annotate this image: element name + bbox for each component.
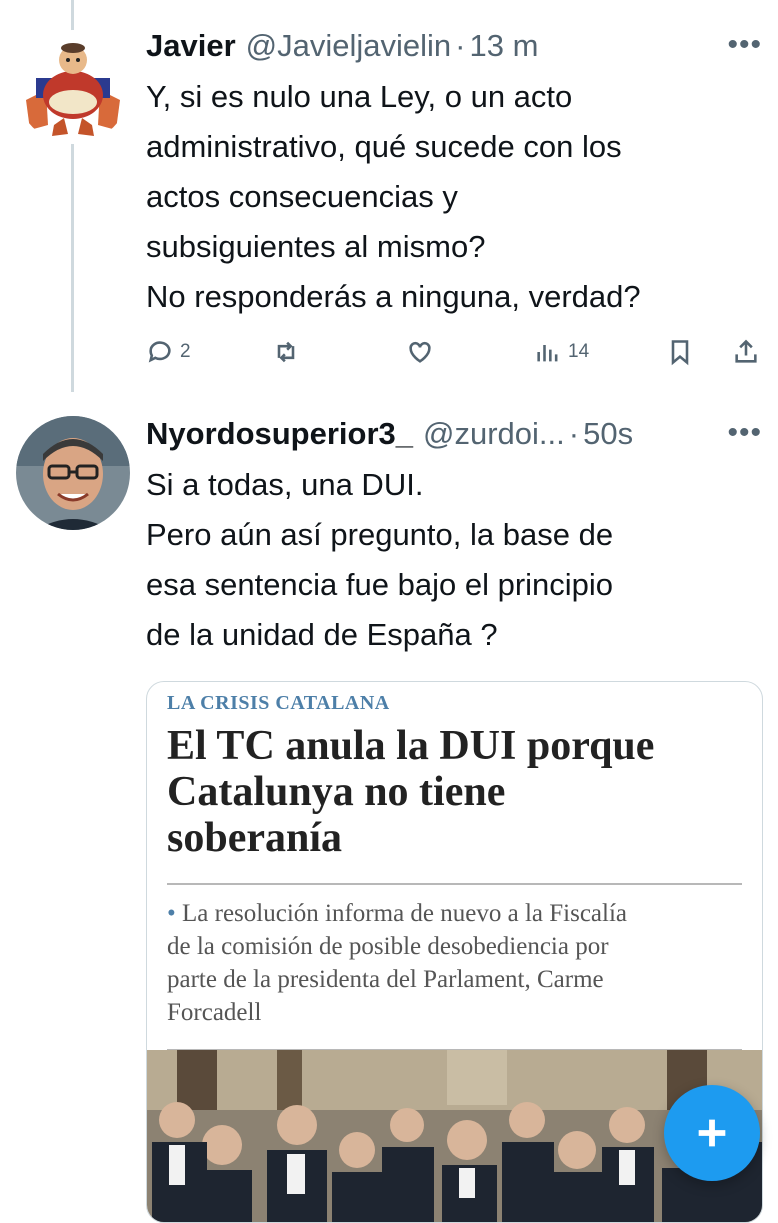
share-icon	[735, 339, 757, 363]
tweet-text-line: subsiguientes al mismo?	[146, 229, 486, 264]
author-handle[interactable]: @zurdoi...	[423, 416, 565, 452]
subhead-line: de la comisión de posible desobediencia …	[167, 933, 609, 960]
more-options-icon[interactable]: •••	[727, 416, 762, 450]
separator-dot: ·	[568, 416, 580, 451]
cartoon-avatar-image	[16, 30, 130, 144]
headline-line: El TC anula la DUI porque	[167, 723, 655, 769]
tweet-header: Javier @Javieljavielin · 13 m	[146, 28, 762, 68]
reply-count: 2	[180, 341, 191, 362]
retweet-button[interactable]	[272, 338, 300, 366]
timestamp[interactable]: 13 m	[469, 28, 538, 64]
news-clipping: LA CRISIS CATALANA El TC anula la DUI po…	[147, 682, 762, 1051]
tweet-text-line: administrativo, qué sucede con los	[146, 129, 622, 164]
more-options-icon[interactable]: •••	[727, 28, 762, 62]
tweet-text-line: Pero aún así pregunto, la base de	[146, 517, 614, 552]
tweet-text: Y, si es nulo una Ley, o un acto adminis…	[146, 72, 762, 322]
views-button[interactable]: 14	[534, 338, 589, 366]
tweet-text-line: esa sentencia fue bajo el principio	[146, 567, 614, 602]
views-count: 14	[568, 341, 590, 362]
tweet-text-line: Si a todas, una DUI.	[146, 467, 424, 502]
share-button[interactable]	[732, 338, 760, 366]
reply-button[interactable]: 2	[146, 338, 191, 366]
tweet-text: Si a todas, una DUI. Pero aún así pregun…	[146, 460, 762, 660]
bookmark-button[interactable]	[666, 338, 694, 366]
author-handle[interactable]: @Javieljavielin	[246, 28, 452, 64]
subhead-line: Forcadell	[167, 999, 262, 1026]
tweet-header: Nyordosuperior3_ @zurdoi... · 50s	[146, 416, 762, 456]
tweet-text-line: No responderás a ninguna, verdad?	[146, 279, 641, 314]
news-headline: El TC anula la DUI porque Catalunya no t…	[167, 723, 742, 861]
subhead-line: La resolución informa de nuevo a la Fisc…	[182, 900, 627, 927]
tweet-javier[interactable]: Javier @Javieljavielin · 13 m ••• Y, si …	[0, 0, 778, 392]
author-name[interactable]: Nyordosuperior3_	[146, 416, 413, 452]
divider	[167, 883, 742, 885]
like-button[interactable]	[406, 338, 434, 366]
headline-line: soberanía	[167, 815, 343, 861]
news-subheadline: • La resolución informa de nuevo a la Fi…	[167, 897, 742, 1029]
separator-dot: ·	[455, 28, 466, 63]
views-icon	[537, 345, 558, 362]
plus-icon	[698, 1119, 726, 1147]
tweet-text-line: actos consecuencias y	[146, 179, 458, 214]
profile-photo-image	[16, 416, 130, 530]
avatar[interactable]	[16, 416, 130, 530]
compose-button[interactable]	[664, 1085, 760, 1181]
subhead-line: parte de la presidenta del Parlament, Ca…	[167, 966, 604, 993]
retweet-icon	[277, 341, 295, 363]
tweet-text-line: de la unidad de España ?	[146, 617, 498, 652]
timestamp[interactable]: 50s	[583, 416, 633, 452]
headline-line: Catalunya no tiene	[167, 769, 506, 815]
like-icon	[409, 341, 431, 363]
tweet-text-line: Y, si es nulo una Ley, o un acto	[146, 79, 573, 114]
author-name[interactable]: Javier	[146, 28, 236, 64]
tweet-actions: 2 14	[146, 338, 766, 378]
bookmark-icon	[671, 340, 689, 366]
bullet-icon: •	[167, 900, 176, 927]
news-section-label: LA CRISIS CATALANA	[167, 692, 390, 714]
reply-icon	[148, 341, 171, 363]
avatar[interactable]	[16, 30, 130, 144]
